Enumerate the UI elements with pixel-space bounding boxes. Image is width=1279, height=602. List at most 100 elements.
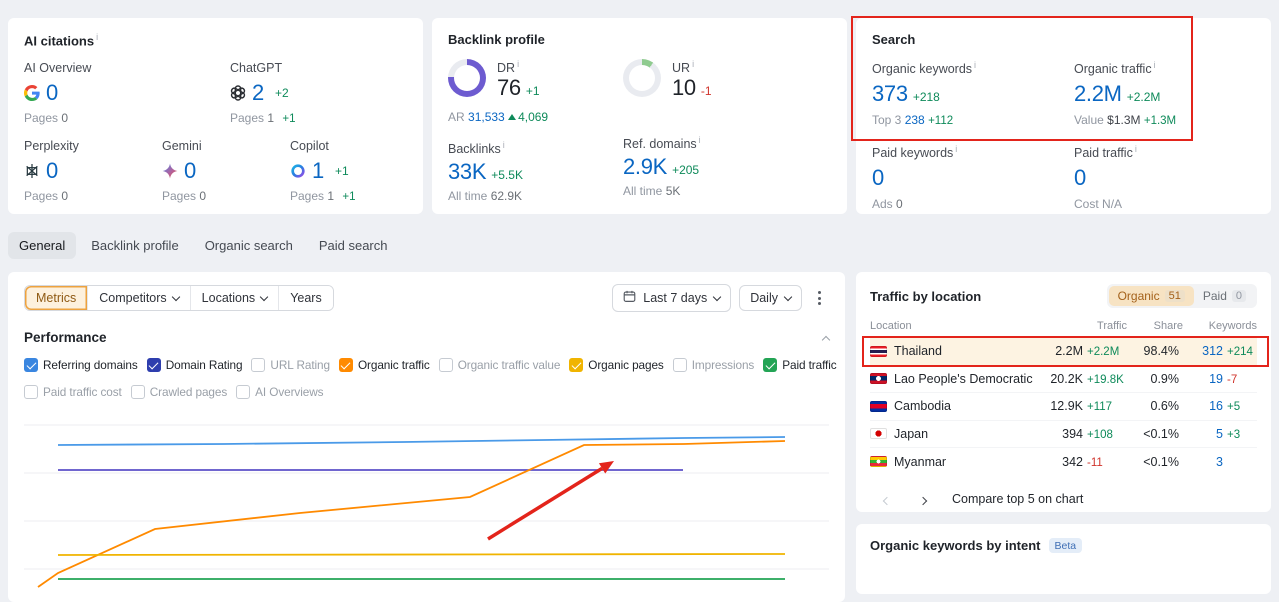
tab-paid-search[interactable]: Paid search [308, 232, 399, 259]
checkbox-icon [130, 385, 145, 399]
metric-checkbox-paid-traffic[interactable]: Paid traffic [763, 358, 837, 372]
granularity-dropdown[interactable]: Daily [739, 285, 802, 311]
gemini-count[interactable]: 0 [184, 158, 196, 184]
info-icon: i [692, 59, 695, 69]
organic-traffic-value[interactable]: 2.2M [1074, 81, 1122, 106]
metric-checkbox-paid-traffic-cost[interactable]: Paid traffic cost [24, 385, 122, 399]
pages-count: 1 [267, 111, 275, 126]
ref-domains-value[interactable]: 2.9K [623, 154, 667, 179]
traffic-by-location-panel: Traffic by location Organic 51 Paid 0 Loca… [856, 272, 1271, 512]
up-triangle-icon [508, 114, 517, 121]
compare-top5-link[interactable]: Compare top 5 on chart [952, 492, 1083, 506]
table-row-myanmar[interactable]: Myanmar 342 -11 <0.1% 3 [870, 448, 1257, 476]
paid-traffic-block: Paid traffic i 0 Cost N/A [1074, 144, 1255, 211]
checkbox-icon [672, 358, 687, 372]
ur-value: 10 [672, 75, 696, 101]
tab-backlink-profile[interactable]: Backlink profile [80, 232, 189, 259]
ar-value[interactable]: 31,533 [468, 110, 505, 124]
metric-checkbox-ai-overviews[interactable]: AI Overviews [236, 385, 324, 399]
pages-label: Pages [230, 111, 265, 126]
chevron-down-icon [712, 292, 722, 302]
metric-checkbox-organic-pages[interactable]: Organic pages [569, 358, 664, 372]
keywords-link[interactable]: 19 [1209, 372, 1223, 386]
organic-keywords-block: Organic keywords i 373 +218 Top 3 238 +112 [872, 60, 1074, 127]
paid-traffic-value[interactable]: 0 [1074, 165, 1086, 190]
cambodia-flag-icon [870, 400, 887, 412]
info-icon: i [974, 60, 977, 70]
metric-checkbox-organic-traffic-value[interactable]: Organic traffic value [438, 358, 560, 372]
organic-keywords-value[interactable]: 373 [872, 81, 908, 106]
laos-flag-icon [870, 373, 887, 385]
checkbox-icon [569, 358, 584, 372]
organic-toggle-option[interactable]: Organic 51 [1108, 286, 1194, 306]
table-row-laos[interactable]: Lao People's Democratic Reput 20.2K+19.8… [870, 366, 1257, 393]
table-row-cambodia[interactable]: Cambodia 12.9K +117 0.6% 16 +5 [870, 393, 1257, 421]
chatgpt-delta: +2 [274, 86, 289, 101]
tab-organic-search[interactable]: Organic search [194, 232, 304, 259]
paid-keywords-value[interactable]: 0 [872, 165, 884, 190]
copilot-count[interactable]: 1 [312, 158, 324, 184]
metric-checkbox-organic-traffic[interactable]: Organic traffic [338, 358, 430, 372]
japan-flag-icon [870, 428, 887, 440]
keywords-link[interactable]: 3 [1216, 455, 1223, 469]
locations-dropdown[interactable]: Locations [189, 286, 279, 310]
organic-traffic-label: Organic traffic [1074, 62, 1152, 77]
metric-checkbox-url-rating[interactable]: URL Rating [251, 358, 330, 372]
ai-source-label: AI Overview [24, 61, 92, 76]
backlinks-delta: +5.5K [491, 168, 523, 183]
column-header-share[interactable]: Share [1127, 320, 1183, 332]
metric-toggles-row-1: Referring domains Domain Rating URL Rati… [24, 358, 837, 372]
organic-paid-toggle: Organic 51 Paid 0 [1106, 284, 1257, 308]
years-button[interactable]: Years [278, 286, 333, 310]
keywords-link[interactable]: 16 [1209, 399, 1223, 413]
tab-general[interactable]: General [8, 232, 77, 259]
competitors-dropdown[interactable]: Competitors [87, 286, 190, 310]
alltime-value: 5K [665, 184, 681, 199]
more-options-button[interactable] [810, 285, 829, 311]
performance-line-chart[interactable] [24, 421, 829, 591]
paid-keywords-label: Paid keywords [872, 146, 954, 161]
pages-count: 0 [61, 189, 69, 204]
metric-checkbox-domain-rating[interactable]: Domain Rating [146, 358, 243, 372]
ur-label: UR [672, 61, 691, 76]
performance-panel: Metrics Competitors Locations Years Last… [8, 272, 845, 602]
metric-checkbox-impressions[interactable]: Impressions [672, 358, 754, 372]
filter-button-group: Metrics Competitors Locations Years [24, 285, 334, 311]
ref-domains-delta: +205 [672, 163, 700, 178]
organic-keywords-delta: +218 [912, 90, 940, 105]
metrics-button[interactable]: Metrics [25, 286, 88, 310]
ai-overview-count[interactable]: 0 [46, 80, 58, 106]
column-header-location[interactable]: Location [870, 320, 1033, 332]
ref-domains-block: Ref. domains i 2.9K +205 All time 5K [623, 135, 831, 198]
table-row-japan[interactable]: Japan 394 +108 <0.1% 5 +3 [870, 421, 1257, 448]
date-range-dropdown[interactable]: Last 7 days [612, 284, 732, 312]
pages-label: Pages [24, 111, 59, 126]
metric-checkbox-crawled-pages[interactable]: Crawled pages [130, 385, 227, 399]
pages-label: Pages [162, 189, 197, 204]
column-header-traffic[interactable]: Traffic [1033, 320, 1127, 332]
perplexity-icon [24, 163, 40, 179]
backlinks-value[interactable]: 33K [448, 159, 487, 184]
next-page-button[interactable] [916, 488, 930, 511]
prev-page-button[interactable] [880, 488, 894, 511]
perplexity-count[interactable]: 0 [46, 158, 58, 184]
checkbox-icon [763, 358, 778, 372]
alltime-label: All time [623, 184, 663, 199]
collapse-chevron-icon[interactable] [821, 335, 831, 344]
ai-source-ai-overview: AI Overview 0 Pages 0 [24, 61, 230, 125]
keywords-link[interactable]: 5 [1216, 427, 1223, 441]
keywords-link[interactable]: 312 [1202, 344, 1223, 358]
pages-label: Pages [290, 189, 325, 204]
chatgpt-count[interactable]: 2 [252, 80, 264, 106]
annotation-arrow [487, 466, 604, 541]
checkbox-icon [24, 385, 38, 399]
ai-citations-row-1: AI Overview 0 Pages 0 ChatGPT 2 +2 Pages… [24, 61, 407, 125]
top3-value[interactable]: 238 [905, 113, 925, 127]
paid-toggle-option[interactable]: Paid 0 [1194, 286, 1255, 306]
column-header-keywords[interactable]: Keywords [1183, 320, 1257, 332]
organic-traffic-delta: +2.2M [1126, 90, 1161, 105]
backlinks-block: Backlinks i 33K +5.5K All time 62.9K [448, 140, 623, 203]
metric-checkbox-referring-domains[interactable]: Referring domains [24, 358, 138, 372]
table-row-thailand[interactable]: Thailand 2.2M +2.2M 98.4% 312 +214 [870, 338, 1257, 366]
pages-delta: +1 [342, 191, 356, 204]
